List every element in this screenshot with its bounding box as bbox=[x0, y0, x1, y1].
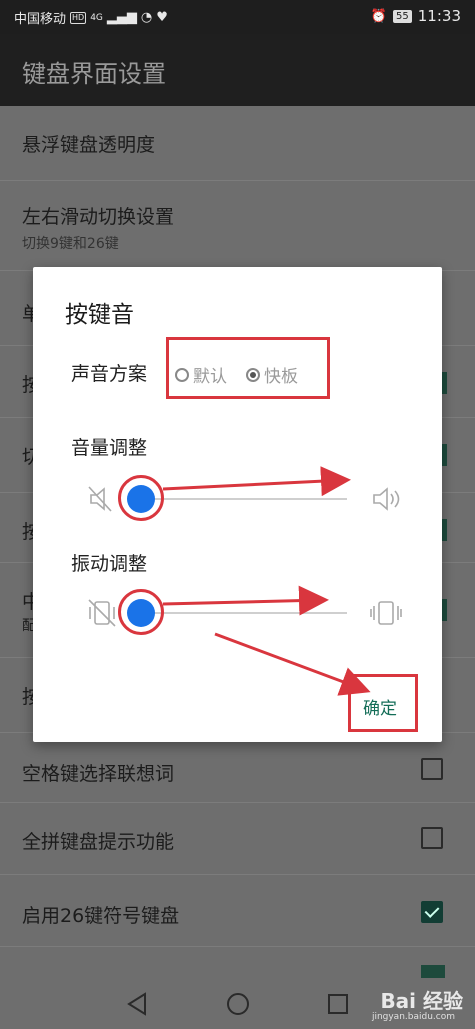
volume-label: 音量调整 bbox=[71, 437, 148, 459]
setting-label: 悬浮键盘透明度 bbox=[22, 134, 156, 156]
vibration-slider-track[interactable] bbox=[139, 612, 347, 614]
battery-level: 55 bbox=[393, 9, 412, 23]
network-type: 4G bbox=[90, 12, 103, 23]
setting-subtitle: 切换9键和26键 bbox=[22, 236, 119, 252]
vibration-icon bbox=[370, 601, 402, 625]
watermark-brand: Bai 经验 bbox=[380, 989, 463, 1013]
volume-high-icon bbox=[373, 487, 400, 511]
volume-mute-icon bbox=[88, 486, 112, 512]
sound-scheme-label: 声音方案 bbox=[71, 363, 148, 385]
status-bar: 中国移动 HD 4G ▂▄▆ ◔ ♥ ⏰ 55 11:33 bbox=[0, 0, 475, 34]
setting-label: 全拼键盘提示功能 bbox=[22, 831, 175, 853]
annotation-arrow bbox=[162, 585, 329, 616]
key-sound-dialog: 按键音 声音方案 默认 快板 音量调整 振动调整 确定 bbox=[33, 267, 442, 742]
radio-label: 默认 bbox=[193, 367, 227, 387]
checkbox[interactable] bbox=[421, 901, 443, 923]
heart-icon: ♥ bbox=[156, 10, 168, 25]
home-icon[interactable] bbox=[225, 991, 251, 1017]
radio-label: 快板 bbox=[264, 367, 298, 387]
page-title: 键盘界面设置 bbox=[22, 60, 166, 88]
alarm-icon: ⏰ bbox=[370, 8, 388, 24]
volume-slider-track[interactable] bbox=[139, 498, 347, 500]
radio-default[interactable]: 默认 bbox=[175, 362, 227, 387]
setting-space-predict[interactable]: 空格键选择联想词 bbox=[0, 733, 475, 803]
carrier-name: 中国移动 bbox=[14, 12, 67, 27]
checkbox[interactable] bbox=[421, 758, 443, 780]
radio-icon bbox=[175, 367, 189, 382]
wifi-icon: ◔ bbox=[140, 10, 153, 25]
setting-swipe-switch[interactable]: 左右滑动切换设置 切换9键和26键 bbox=[0, 181, 475, 271]
hd-icon: HD bbox=[70, 11, 87, 24]
setting-row[interactable] bbox=[0, 947, 475, 987]
annotation-circle bbox=[118, 475, 164, 521]
annotation-circle bbox=[118, 589, 164, 635]
setting-label: 空格键选择联想词 bbox=[22, 763, 175, 785]
setting-label: 启用26键符号键盘 bbox=[22, 905, 180, 927]
app-bar: 键盘界面设置 bbox=[0, 34, 475, 106]
setting-label: 左右滑动切换设置 bbox=[22, 206, 175, 228]
confirm-button[interactable]: 确定 bbox=[363, 694, 397, 719]
signal-icon: ▂▄▆ bbox=[106, 10, 137, 25]
checkbox[interactable] bbox=[421, 827, 443, 849]
dialog-title: 按键音 bbox=[65, 302, 134, 328]
setting-floating-opacity[interactable]: 悬浮键盘透明度 bbox=[0, 106, 475, 181]
back-icon[interactable] bbox=[125, 992, 149, 1016]
vibration-off-icon bbox=[88, 599, 116, 627]
annotation-arrow bbox=[162, 466, 351, 497]
annotation-arrow bbox=[214, 632, 371, 696]
radio-selected-icon bbox=[246, 367, 260, 382]
clock: 11:33 bbox=[417, 7, 461, 25]
setting-pinyin-hint[interactable]: 全拼键盘提示功能 bbox=[0, 803, 475, 875]
setting-symbol-26[interactable]: 启用26键符号键盘 bbox=[0, 875, 475, 947]
vibration-label: 振动调整 bbox=[71, 553, 148, 575]
recents-icon[interactable] bbox=[326, 992, 350, 1016]
radio-kuaiban[interactable]: 快板 bbox=[246, 362, 298, 387]
watermark-url: jingyan.baidu.com bbox=[371, 1012, 455, 1022]
